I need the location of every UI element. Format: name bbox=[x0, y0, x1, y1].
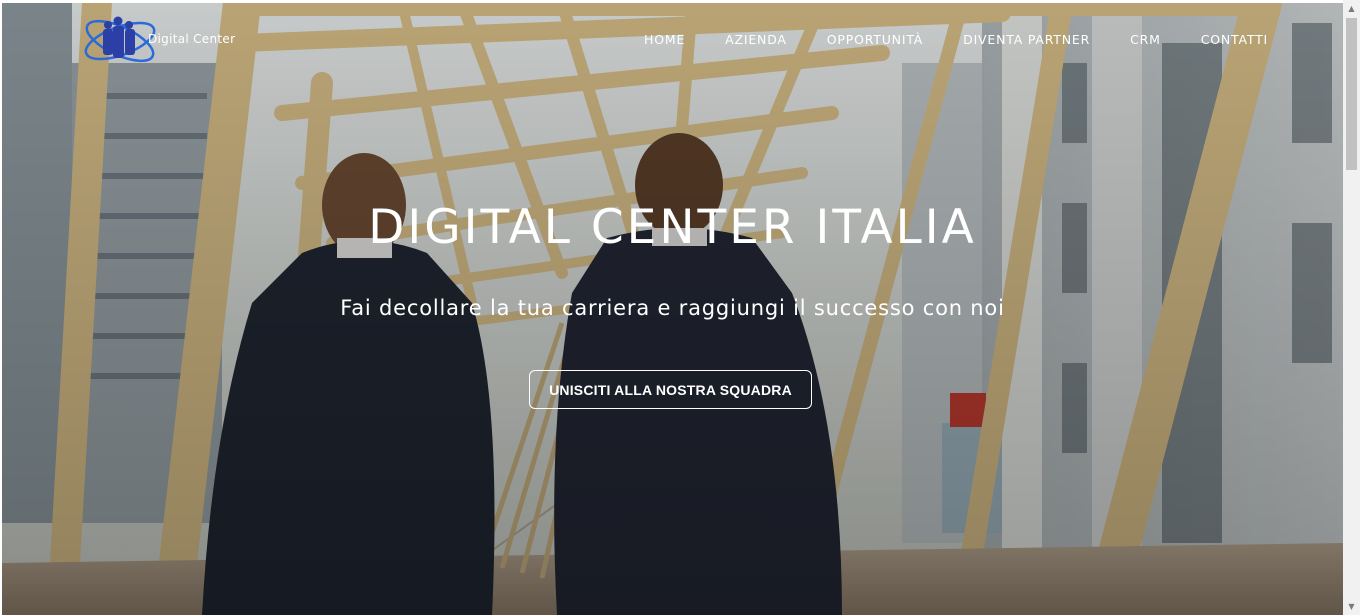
nav-item-crm[interactable]: CRM bbox=[1130, 32, 1161, 47]
scrollbar-thumb[interactable] bbox=[1346, 18, 1357, 170]
page-viewport: Digital Center HOME AZIENDA OPPORTUNITÀ … bbox=[2, 3, 1343, 615]
hero-subtitle: Fai decollare la tua carriera e raggiung… bbox=[340, 296, 1005, 320]
scroll-up-arrow-icon[interactable]: ▲ bbox=[1343, 0, 1360, 17]
nav-item-home[interactable]: HOME bbox=[644, 32, 685, 47]
page-scrollbar[interactable]: ▲ ▼ bbox=[1343, 0, 1360, 615]
nav-item-diventa-partner[interactable]: DIVENTA PARTNER bbox=[963, 32, 1090, 47]
nav-item-azienda[interactable]: AZIENDA bbox=[725, 32, 787, 47]
nav-item-contatti[interactable]: CONTATTI bbox=[1201, 32, 1268, 47]
hero-title: DIGITAL CENTER ITALIA bbox=[368, 200, 977, 255]
scroll-down-arrow-icon[interactable]: ▼ bbox=[1343, 598, 1360, 615]
main-navigation: HOME AZIENDA OPPORTUNITÀ DIVENTA PARTNER… bbox=[604, 32, 1268, 47]
nav-item-opportunita[interactable]: OPPORTUNITÀ bbox=[827, 32, 923, 47]
site-logo[interactable]: Digital Center bbox=[82, 11, 252, 73]
join-team-button[interactable]: UNISCITI ALLA NOSTRA SQUADRA bbox=[529, 370, 812, 409]
logo-text: Digital Center bbox=[148, 32, 236, 46]
